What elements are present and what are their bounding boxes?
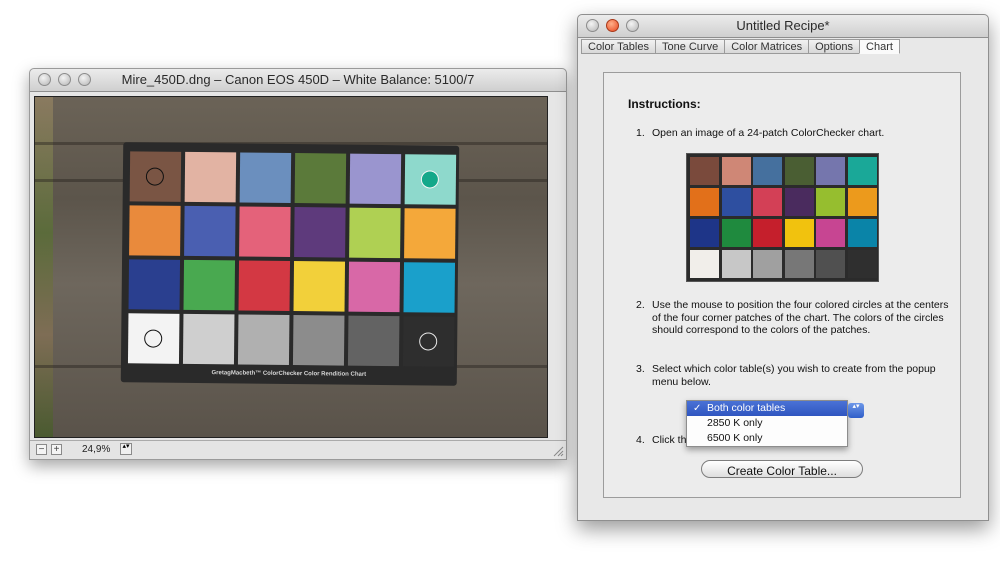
checkmark-icon: ✓ (693, 403, 702, 414)
tab-tone-curve[interactable]: Tone Curve (654, 39, 725, 54)
color-table-popup-menu[interactable]: ✓ Both color tables 2850 K only 6500 K o… (686, 400, 848, 447)
color-patch (239, 206, 291, 258)
colorchecker-card: GretagMacbeth™ ColorChecker Color Rendit… (120, 142, 460, 386)
color-patch (349, 153, 402, 205)
color-patch (238, 260, 291, 311)
tab-options[interactable]: Options (808, 39, 860, 54)
color-patch (129, 205, 181, 256)
step-number: 4. (636, 434, 645, 446)
menu-item-label: 2850 K only (707, 417, 763, 429)
popup-arrows-icon[interactable]: ▴▾ (848, 403, 864, 418)
color-patch (292, 315, 345, 366)
reference-patch (784, 188, 814, 216)
color-patch (347, 315, 400, 367)
reference-patch (847, 157, 877, 185)
color-patch (404, 208, 456, 259)
reference-patch (816, 219, 845, 247)
color-patch (184, 205, 236, 257)
color-patch (129, 151, 182, 202)
reference-patch (784, 157, 814, 185)
color-patch (294, 207, 346, 258)
instructions-heading: Instructions: (628, 97, 701, 111)
reference-patch (721, 157, 751, 185)
recipe-window-title: Untitled Recipe* (736, 18, 830, 33)
menu-item-label: 6500 K only (707, 432, 763, 444)
color-patch (128, 259, 181, 310)
menu-item-2850k[interactable]: 2850 K only (687, 416, 847, 431)
reference-patch (721, 219, 751, 247)
status-bar: − + 24,9% ▴▾ (30, 440, 566, 459)
color-patch (294, 153, 347, 204)
reference-patch (816, 250, 845, 278)
reference-patch (784, 250, 814, 278)
color-patch (403, 262, 456, 313)
zoom-stepper[interactable]: ▴▾ (120, 443, 132, 455)
reference-patch (753, 250, 782, 278)
step-text: Use the mouse to position the four color… (652, 299, 949, 336)
resize-grip-icon[interactable] (552, 445, 564, 457)
step-number: 1. (636, 127, 645, 139)
menu-item-6500k[interactable]: 6500 K only (687, 431, 847, 446)
reference-patch (816, 188, 845, 216)
color-patch (404, 154, 457, 205)
color-patch (293, 261, 346, 312)
color-patch (183, 259, 236, 311)
reference-patch (784, 219, 814, 247)
corner-target-circle[interactable] (419, 332, 438, 351)
color-patch (349, 207, 401, 259)
chart-tab-panel: Instructions: 1. Open an image of a 24-p… (603, 72, 961, 498)
photo-window: Mire_450D.dng – Canon EOS 450D – White B… (29, 68, 567, 460)
reference-patch (847, 188, 877, 216)
step-text: Select which color table(s) you wish to … (652, 363, 936, 388)
step-number: 2. (636, 299, 645, 311)
reference-patch (721, 250, 751, 278)
color-patch (402, 316, 455, 367)
step-number: 3. (636, 363, 645, 375)
recipe-window-titlebar[interactable]: Untitled Recipe* (578, 15, 988, 38)
photo-canvas[interactable]: GretagMacbeth™ ColorChecker Color Rendit… (34, 96, 548, 438)
reference-patch (721, 188, 751, 216)
color-patch (182, 313, 235, 365)
reference-patch (753, 188, 782, 216)
tab-color-matrices[interactable]: Color Matrices (724, 39, 809, 54)
color-patch (348, 261, 401, 313)
photo-window-title: Mire_450D.dng – Canon EOS 450D – White B… (121, 72, 475, 87)
corner-target-circle[interactable] (420, 170, 439, 189)
color-patch (237, 314, 290, 365)
reference-patch (753, 157, 782, 185)
reference-patch (690, 219, 719, 247)
corner-target-circle[interactable] (145, 167, 165, 186)
zoom-out-icon[interactable]: − (36, 444, 47, 455)
recipe-window: Untitled Recipe* Color Tables Tone Curve… (577, 14, 989, 521)
reference-patch (690, 157, 719, 185)
menu-item-label: Both color tables (707, 402, 786, 414)
color-patch (239, 152, 292, 204)
zoom-level: 24,9% (82, 444, 111, 455)
chart-caption: GretagMacbeth™ ColorChecker Color Rendit… (211, 370, 367, 378)
background-foliage (35, 97, 53, 437)
tab-chart[interactable]: Chart (859, 39, 900, 54)
menu-item-both-color-tables[interactable]: ✓ Both color tables (687, 401, 847, 416)
reference-patch (753, 219, 782, 247)
color-patch (184, 151, 237, 203)
step-text: Open an image of a 24-patch ColorChecker… (652, 127, 885, 139)
tab-bar: Color Tables Tone Curve Color Matrices O… (581, 39, 900, 54)
corner-target-circle[interactable] (144, 329, 163, 348)
create-color-table-button[interactable]: Create Color Table... (701, 460, 863, 478)
zoom-in-icon[interactable]: + (51, 444, 62, 455)
tab-color-tables[interactable]: Color Tables (581, 39, 655, 54)
reference-patch (690, 250, 719, 278)
reference-patch (847, 219, 877, 247)
reference-patch (690, 188, 719, 216)
reference-patch (816, 157, 845, 185)
reference-colorchecker-image (686, 153, 879, 282)
color-patch (127, 313, 180, 364)
reference-patch (847, 250, 877, 278)
photo-window-titlebar[interactable]: Mire_450D.dng – Canon EOS 450D – White B… (30, 69, 566, 92)
